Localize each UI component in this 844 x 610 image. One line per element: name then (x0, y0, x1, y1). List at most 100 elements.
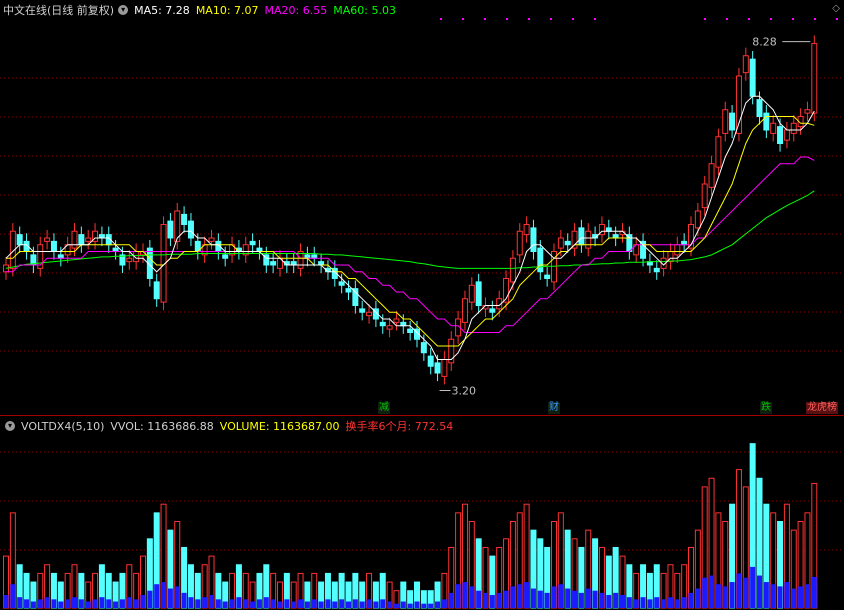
volume-bar-base (44, 597, 50, 608)
event-tag-reduce[interactable]: 减 (378, 402, 390, 414)
ma10-label: MA10: 7.07 (195, 3, 259, 17)
candle-body (708, 163, 715, 188)
volume-bar-base (804, 584, 810, 608)
volume-bar-base (229, 599, 235, 608)
candle-body (345, 288, 352, 293)
marker-dot (440, 18, 442, 20)
volume-bar-base (17, 597, 23, 608)
candle-body (770, 122, 777, 134)
candle-body (393, 318, 400, 323)
volume-bar-base (661, 599, 667, 608)
volume-bar-base (743, 577, 749, 608)
event-tag-finance[interactable]: 财 (548, 402, 560, 414)
volume-bar-base (674, 599, 680, 608)
candle-body (16, 234, 23, 246)
candle-body (523, 224, 530, 236)
volume-bar-base (30, 601, 36, 608)
volume-bar-base (791, 588, 797, 608)
volume-bar-base (37, 599, 43, 608)
candle-body (564, 240, 571, 246)
marker-dot (792, 18, 794, 20)
stock-title: 中文在线(日线 前复权) (3, 4, 115, 17)
volume-bar-base (147, 590, 153, 608)
candle-body (352, 288, 359, 306)
marker-dot (726, 18, 728, 20)
candle-body (489, 308, 496, 313)
candle-body (187, 220, 194, 239)
candle-body (571, 230, 578, 249)
volume-bar-base (119, 599, 125, 608)
candle-body (98, 234, 105, 239)
volume-bar-base (770, 584, 776, 608)
volume-bar-base (640, 597, 646, 608)
volume-bar-base (715, 584, 721, 608)
volume-bar-base (188, 597, 194, 608)
candle-body (811, 43, 818, 114)
volume-bar-base (346, 601, 351, 608)
ma20-label: MA20: 6.55 (264, 3, 328, 17)
candle-body (427, 355, 434, 367)
volume-bar-base (85, 601, 91, 608)
volume-bar-base (585, 588, 591, 608)
candle-body (715, 136, 722, 168)
candle-body (256, 247, 263, 252)
volume-bar-base (393, 603, 399, 608)
volume-bar-base (24, 599, 30, 608)
turnover-label: 换手率6个月: 772.54 (345, 420, 454, 433)
candle-body (509, 257, 516, 283)
chevron-down-icon[interactable]: ▾ (5, 421, 15, 431)
candle-body (57, 254, 64, 259)
volume-bar-base (613, 592, 619, 608)
volume-bar-base (407, 603, 413, 608)
volume-bar-base (414, 601, 420, 608)
volume-bar-base (277, 601, 283, 608)
candle-body (420, 342, 427, 354)
candle-body (434, 362, 441, 374)
candle-body (722, 109, 729, 134)
candle-body (112, 247, 119, 252)
marker-dot (770, 18, 772, 20)
volume-bar-base (387, 601, 393, 608)
volume-bar-base (702, 577, 708, 608)
volume-bar-base (154, 584, 160, 608)
candle-body (605, 227, 612, 232)
volume-bar-base (544, 592, 550, 608)
volume-bar-base (750, 566, 756, 608)
vvol-label: VVOL: 1163686.88 (110, 419, 214, 433)
volume-bar-base (578, 592, 584, 608)
candle-body (749, 58, 756, 97)
kline-chart[interactable]: 8.28 3.20 (0, 0, 844, 610)
volume-bar-base (558, 584, 564, 608)
candle-body (366, 311, 373, 317)
marker-dot (550, 18, 552, 20)
volume-bar-base (647, 599, 653, 608)
candle-body (640, 240, 647, 259)
ma60-label: MA60: 5.03 (333, 3, 396, 17)
volume-bar-base (462, 582, 468, 608)
volume-bar-base (435, 601, 441, 608)
volume-bar-base (592, 590, 598, 608)
volume-bar-base (72, 597, 77, 608)
volume-bar-base (757, 575, 762, 608)
diamond-icon[interactable]: ◇ (832, 3, 840, 14)
candle-body (359, 308, 366, 313)
candle-body (290, 261, 297, 266)
volume-bar-base (633, 599, 639, 608)
candle-body (544, 274, 551, 279)
candle-body (626, 234, 633, 252)
chevron-down-icon[interactable]: ▾ (118, 5, 129, 15)
volume-bar-base (469, 586, 475, 608)
volume-panel-header: ▾ VOLTDX4(5,10) VVOL: 1163686.88 VOLUME:… (3, 418, 459, 434)
volume-bar-base (709, 575, 715, 608)
volume-bar-base (551, 586, 557, 608)
event-tag-dragon-tiger-list[interactable]: 龙虎榜 (806, 402, 838, 414)
volume-bar-base (729, 582, 735, 608)
candle-body (167, 220, 174, 239)
volume-bar-base (380, 599, 386, 608)
candle-body (222, 254, 229, 259)
volume-bar-base (572, 590, 578, 608)
candle-body (729, 112, 736, 131)
event-tag-drop[interactable]: 跌 (760, 402, 772, 414)
volume-bar-base (620, 595, 625, 608)
candle-body (304, 254, 311, 259)
